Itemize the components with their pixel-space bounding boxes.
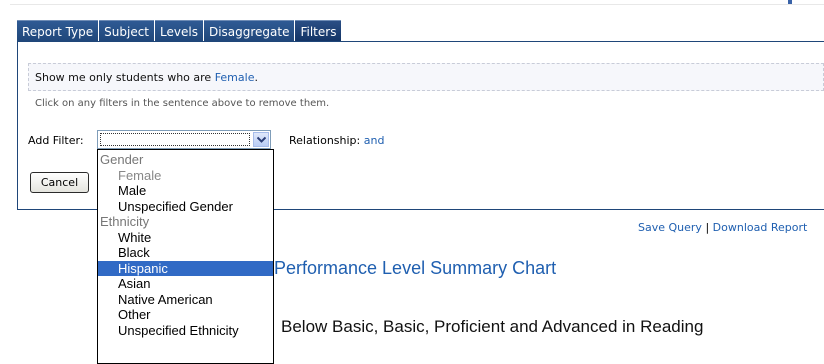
tab-bar: Report Type Subject Levels Disaggregate … xyxy=(17,20,342,42)
report-links: Save Query | Download Report xyxy=(638,221,807,234)
filter-sentence-prefix: Show me only students who are xyxy=(35,71,215,84)
tab-filters[interactable]: Filters xyxy=(295,20,342,42)
chevron-down-icon xyxy=(257,136,266,143)
filter-sentence-suffix: . xyxy=(254,71,258,84)
dropdown-option: Female xyxy=(118,167,162,183)
save-query-link[interactable]: Save Query xyxy=(638,221,702,234)
tab-levels[interactable]: Levels xyxy=(155,20,203,42)
dropdown-group-label: Gender xyxy=(100,152,144,167)
relationship-label: Relationship: xyxy=(289,134,361,147)
filter-female-link[interactable]: Female xyxy=(215,71,255,84)
dropdown-option[interactable]: Hispanic xyxy=(98,260,273,276)
tab-disaggregate[interactable]: Disaggregate xyxy=(203,20,295,42)
dropdown-option[interactable]: Asian xyxy=(98,276,273,291)
link-separator: | xyxy=(705,221,710,234)
top-divider xyxy=(10,4,824,5)
dropdown-option[interactable]: White xyxy=(98,230,273,245)
dropdown-option[interactable]: Other xyxy=(98,307,273,322)
chart-title: Performance Level Summary Chart xyxy=(274,258,557,278)
add-filter-select[interactable] xyxy=(97,130,271,149)
cancel-button[interactable]: Cancel xyxy=(30,172,89,193)
filter-sentence: Show me only students who are Female. xyxy=(35,71,258,84)
chart-subtitle: Below Basic, Basic, Proficient and Advan… xyxy=(281,317,704,336)
add-filter-label: Add Filter: xyxy=(28,134,84,147)
dropdown-option[interactable]: Unspecified Gender xyxy=(98,199,273,214)
dropdown-option[interactable]: Unspecified Ethnicity xyxy=(98,323,273,338)
dropdown-group-label: Ethnicity xyxy=(100,214,150,229)
dropdown-option[interactable]: Male xyxy=(98,183,273,198)
relationship: Relationship: and xyxy=(289,134,384,147)
dropdown-option[interactable]: Black xyxy=(98,245,273,260)
filter-dropdown-list[interactable]: Gender Female Male Unspecified Gender Ethnic… xyxy=(97,149,274,364)
top-corner-mark xyxy=(788,0,792,4)
download-report-link[interactable]: Download Report xyxy=(713,221,808,234)
add-filter-value xyxy=(100,133,250,146)
relationship-and-link[interactable]: and xyxy=(364,134,385,147)
tab-report-type[interactable]: Report Type xyxy=(17,20,99,42)
filter-hint: Click on any filters in the sentence abo… xyxy=(35,98,330,109)
dropdown-button[interactable] xyxy=(253,132,269,147)
tab-subject[interactable]: Subject xyxy=(99,20,155,42)
dropdown-option[interactable]: Native American xyxy=(98,292,273,307)
